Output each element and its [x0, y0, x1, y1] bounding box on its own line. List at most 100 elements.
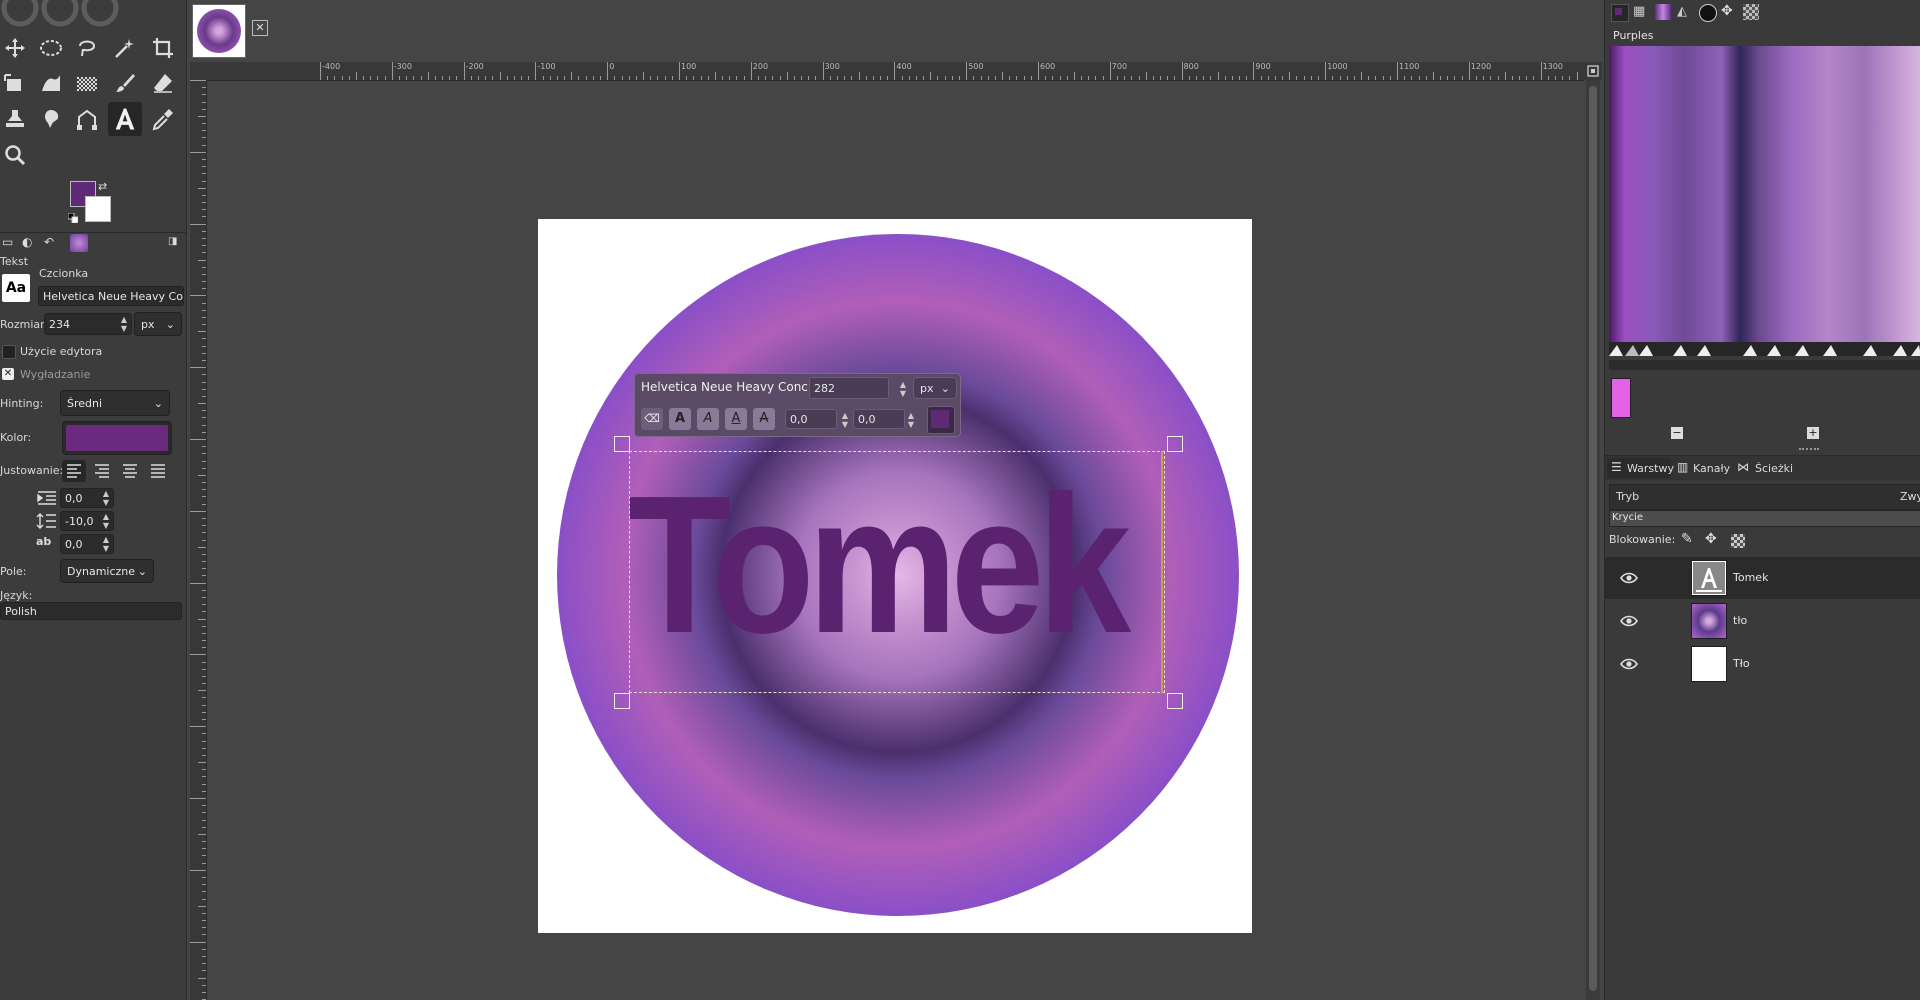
- text-box-frame[interactable]: [629, 451, 1165, 693]
- eraser-tool-icon[interactable]: [148, 68, 178, 98]
- gradient-stop-color-swatch[interactable]: [1611, 378, 1631, 418]
- lock-position-icon[interactable]: ✥: [1705, 531, 1717, 547]
- indent-spinner[interactable]: ▲ ▼: [100, 489, 112, 507]
- otb-baseline-spinner[interactable]: ▲ ▼: [839, 411, 851, 429]
- brushes-tab-icon[interactable]: ▦: [1633, 4, 1645, 19]
- crop-tool-icon[interactable]: [148, 33, 178, 63]
- device-status-tab-icon[interactable]: ◐: [22, 235, 32, 249]
- justify-fill-icon[interactable]: [146, 460, 170, 482]
- fuzzy-select-icon[interactable]: [110, 33, 140, 63]
- size-unit-dropdown[interactable]: px ⌄: [134, 312, 182, 336]
- antialias-checkbox[interactable]: ✕: [2, 368, 14, 380]
- smudge-tool-icon[interactable]: [36, 104, 66, 134]
- letter-spacing-spinner[interactable]: ▲ ▼: [100, 535, 112, 553]
- text-tool-icon[interactable]: [108, 102, 142, 136]
- otb-kerning-spinner[interactable]: ▲ ▼: [905, 411, 917, 429]
- tab-paths-label: Ścieżki: [1755, 462, 1794, 475]
- language-field[interactable]: Polish: [0, 602, 182, 620]
- ruler-tick: [829, 76, 831, 80]
- layer-row[interactable]: Tomek: [1605, 557, 1920, 599]
- font-field[interactable]: Helvetica Neue Heavy Conc: [38, 286, 184, 306]
- visibility-eye-icon[interactable]: [1619, 568, 1639, 588]
- close-icon[interactable]: ✕: [252, 20, 268, 36]
- configure-tab-icon[interactable]: ◨: [168, 236, 177, 247]
- zoom-out-icon[interactable]: −: [1671, 427, 1683, 439]
- tab-channels[interactable]: ▥ Kanały: [1675, 458, 1735, 478]
- use-editor-checkbox[interactable]: [2, 345, 16, 359]
- lock-pixels-icon[interactable]: ✎: [1681, 531, 1693, 547]
- default-colors-icon[interactable]: [67, 208, 79, 224]
- text-box-handle-top-right[interactable]: [1167, 436, 1183, 452]
- gradient-midpoints-bar[interactable]: [1609, 360, 1920, 370]
- box-dropdown[interactable]: Dynamiczne ⌄: [60, 559, 154, 583]
- ruler-tick: [198, 187, 206, 189]
- ruler-tick: [202, 539, 206, 541]
- otb-unit-dropdown[interactable]: px ⌄: [913, 377, 957, 399]
- otb-color-button[interactable]: [927, 406, 955, 434]
- zoom-in-icon[interactable]: +: [1807, 427, 1819, 439]
- zoom-tool-icon[interactable]: [0, 140, 30, 170]
- background-color-swatch[interactable]: [85, 196, 111, 222]
- font-preview-icon[interactable]: Aa: [2, 274, 30, 302]
- layer-row[interactable]: Tło: [1605, 643, 1920, 685]
- dock-separator-handle[interactable]: [1799, 448, 1819, 452]
- paths-tool-icon[interactable]: [72, 104, 102, 134]
- layer-row[interactable]: tło: [1605, 600, 1920, 642]
- patterns-tab-icon[interactable]: [1743, 4, 1759, 20]
- clone-tool-icon[interactable]: [0, 104, 30, 134]
- lock-alpha-icon[interactable]: [1731, 534, 1745, 548]
- opacity-slider[interactable]: Krycie: [1609, 510, 1920, 527]
- horizontal-ruler[interactable]: -400 -300 -200 -100 0 100 200 300 400 500 600 700 80…: [204, 62, 1584, 81]
- pointer-tab-icon[interactable]: ✥: [1721, 3, 1733, 19]
- justify-center-icon[interactable]: [118, 460, 142, 482]
- text-box-handle-bottom-right[interactable]: [1167, 693, 1183, 709]
- justify-left-icon[interactable]: [62, 460, 86, 482]
- line-spacing-spinner[interactable]: ▲ ▼: [100, 512, 112, 530]
- ellipse-select-icon[interactable]: [36, 33, 66, 63]
- otb-kerning-field[interactable]: 0,0: [853, 409, 905, 429]
- tool-options-tab-icon[interactable]: ▭: [2, 235, 13, 249]
- tab-paths[interactable]: ⋈ Ścieżki: [1735, 458, 1797, 478]
- visibility-eye-icon[interactable]: [1619, 611, 1639, 631]
- navigate-icon[interactable]: [1584, 62, 1602, 80]
- gradient-tool-icon[interactable]: [72, 68, 102, 98]
- swap-colors-icon[interactable]: ⇄: [98, 180, 107, 193]
- histogram-tab-icon[interactable]: ◭: [1677, 4, 1687, 19]
- text-box-handle-bottom-left[interactable]: [614, 693, 630, 709]
- hinting-dropdown[interactable]: Średni ⌄: [60, 390, 170, 416]
- visibility-eye-icon[interactable]: [1619, 654, 1639, 674]
- vertical-ruler[interactable]: [190, 80, 207, 1000]
- image-tab-thumbnail[interactable]: [192, 4, 246, 58]
- gradient-preview[interactable]: [1609, 46, 1920, 342]
- justify-right-icon[interactable]: [90, 460, 114, 482]
- otb-baseline-field[interactable]: 0,0: [785, 409, 837, 429]
- vertical-scrollbar[interactable]: [1586, 80, 1600, 1000]
- text-color-button[interactable]: [62, 421, 172, 455]
- otb-strikethrough-icon[interactable]: A: [753, 408, 775, 430]
- undo-history-tab-icon[interactable]: ↶: [44, 235, 54, 249]
- move-tool-icon[interactable]: [0, 33, 30, 63]
- fg-bg-tab-icon[interactable]: [1611, 4, 1629, 22]
- otb-bold-icon[interactable]: A: [669, 408, 691, 430]
- scrollbar-thumb[interactable]: [1589, 86, 1597, 991]
- channels-tab-icon: ▥: [1677, 460, 1689, 474]
- gradient-stops-bar[interactable]: [1609, 342, 1920, 356]
- otb-size-spinner[interactable]: ▲ ▼: [897, 380, 909, 398]
- size-spinner[interactable]: ▲ ▼: [118, 315, 130, 333]
- images-tab-icon[interactable]: [70, 234, 88, 252]
- transform-tool-icon[interactable]: [0, 68, 30, 98]
- gradients-tab-icon[interactable]: [1655, 4, 1671, 20]
- tab-layers[interactable]: ☰ Warstwy: [1607, 458, 1674, 478]
- layer-mode-dropdown[interactable]: Tryb Zwyk: [1609, 484, 1920, 510]
- sample-points-tab-icon[interactable]: [1699, 4, 1717, 22]
- paintbrush-tool-icon[interactable]: [110, 68, 140, 98]
- otb-underline-icon[interactable]: A: [725, 408, 747, 430]
- otb-size-field[interactable]: 282: [809, 377, 889, 399]
- otb-font-field[interactable]: Helvetica Neue Heavy Conc: [641, 380, 813, 394]
- text-box-handle-top-left[interactable]: [614, 436, 630, 452]
- lasso-select-icon[interactable]: [72, 33, 102, 63]
- color-picker-icon[interactable]: [148, 104, 178, 134]
- otb-italic-icon[interactable]: A: [697, 408, 719, 430]
- otb-clear-style-icon[interactable]: ⌫: [641, 408, 663, 430]
- warp-tool-icon[interactable]: [36, 68, 66, 98]
